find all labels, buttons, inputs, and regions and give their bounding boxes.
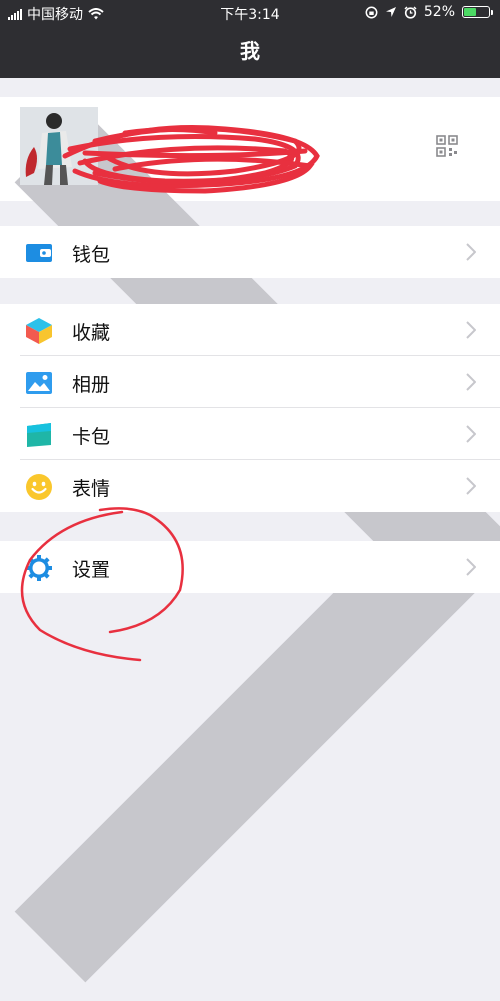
nav-bar: 我 — [0, 27, 500, 78]
chevron-right-icon — [466, 373, 476, 391]
menu-item-favorites[interactable]: 收藏 — [0, 304, 500, 356]
wallet-section: 钱包 — [0, 226, 500, 278]
chevron-right-icon — [466, 477, 476, 495]
page-title: 我 — [240, 39, 260, 63]
chevron-right-icon — [466, 558, 476, 576]
chevron-right-icon — [466, 243, 476, 261]
menu-label-favorites: 收藏 — [72, 322, 111, 344]
profile-card[interactable] — [0, 97, 500, 983]
battery-icon — [462, 6, 493, 18]
gear-icon — [26, 555, 52, 581]
menu-item-album[interactable]: 相册 — [0, 356, 500, 408]
settings-section: 设置 — [0, 541, 500, 593]
status-bar: 中国移动 下午3:14 52% — [0, 0, 500, 27]
wallet-icon — [26, 244, 52, 262]
scribble-redaction — [62, 125, 320, 194]
favorites-cube-icon — [26, 318, 52, 344]
menu-label-wallet: 钱包 — [72, 244, 111, 266]
chevron-right-icon — [466, 425, 476, 443]
menu-item-stickers[interactable]: 表情 — [0, 460, 500, 512]
smiley-icon — [26, 474, 52, 500]
menu-item-wallet[interactable]: 钱包 — [0, 226, 500, 278]
menu-label-settings: 设置 — [72, 559, 111, 581]
features-section: 收藏 相册 卡包 表情 — [0, 304, 500, 512]
menu-label-album: 相册 — [72, 374, 111, 396]
rotation-lock-icon — [365, 6, 378, 18]
menu-label-stickers: 表情 — [72, 478, 111, 500]
card-bag-icon — [27, 423, 51, 447]
album-picture-icon — [26, 372, 52, 394]
chevron-right-icon — [466, 321, 476, 339]
battery-percent: 52% — [423, 4, 455, 20]
menu-item-settings[interactable]: 设置 — [0, 541, 500, 593]
location-icon — [385, 7, 396, 17]
qr-code-icon[interactable] — [436, 135, 458, 157]
alarm-icon — [404, 5, 417, 19]
menu-label-cards: 卡包 — [72, 426, 111, 448]
menu-item-cards[interactable]: 卡包 — [0, 408, 500, 460]
